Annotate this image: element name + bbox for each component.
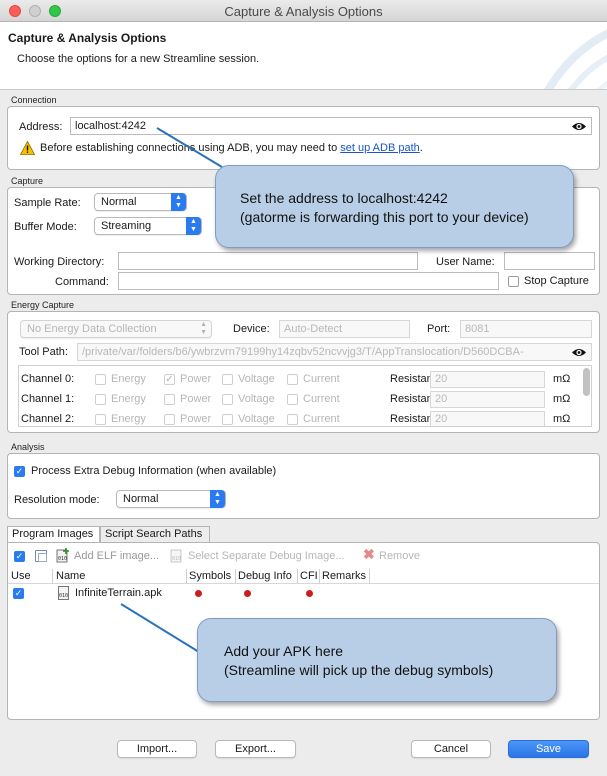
address-callout: Set the address to localhost:4242 (gator…	[215, 165, 574, 248]
address-callout-line-1: Set the address to localhost:4242	[240, 190, 448, 206]
apk-callout: Add your APK here (Streamline will pick …	[197, 618, 557, 702]
apk-callout-line-2: (Streamline will pick up the debug symbo…	[224, 662, 494, 678]
address-callout-line-2: (gatorme is forwarding this port to your…	[240, 209, 529, 225]
apk-callout-line-1: Add your APK here	[224, 643, 344, 659]
